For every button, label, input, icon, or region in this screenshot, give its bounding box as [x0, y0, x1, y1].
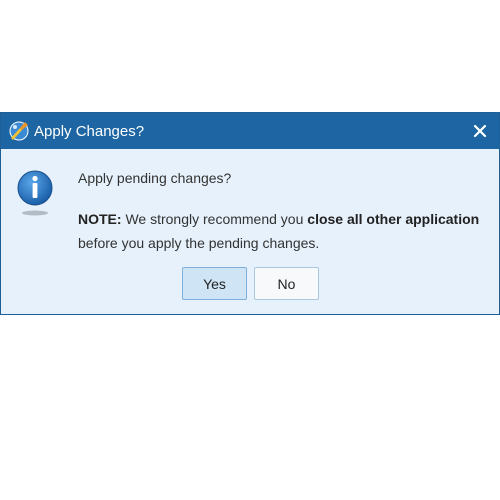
note-prefix: NOTE:	[78, 211, 122, 227]
close-button[interactable]	[465, 116, 495, 146]
dialog-titlebar: Apply Changes?	[1, 113, 499, 149]
note-line-2: before you apply the pending changes.	[78, 235, 320, 251]
app-logo-icon	[9, 121, 29, 141]
note-text: We strongly recommend you	[121, 211, 308, 227]
close-icon	[473, 124, 487, 138]
no-button[interactable]: No	[254, 267, 319, 300]
dialog-question: Apply pending changes?	[78, 170, 232, 186]
note-line-1: NOTE: We strongly recommend you close al…	[78, 211, 479, 227]
apply-changes-dialog: Apply Changes? Apply pending changes? NO…	[0, 112, 500, 315]
info-icon	[17, 170, 53, 216]
yes-button[interactable]: Yes	[182, 267, 247, 300]
dialog-title: Apply Changes?	[34, 123, 145, 140]
note-emphasis: close all other application	[307, 211, 480, 227]
